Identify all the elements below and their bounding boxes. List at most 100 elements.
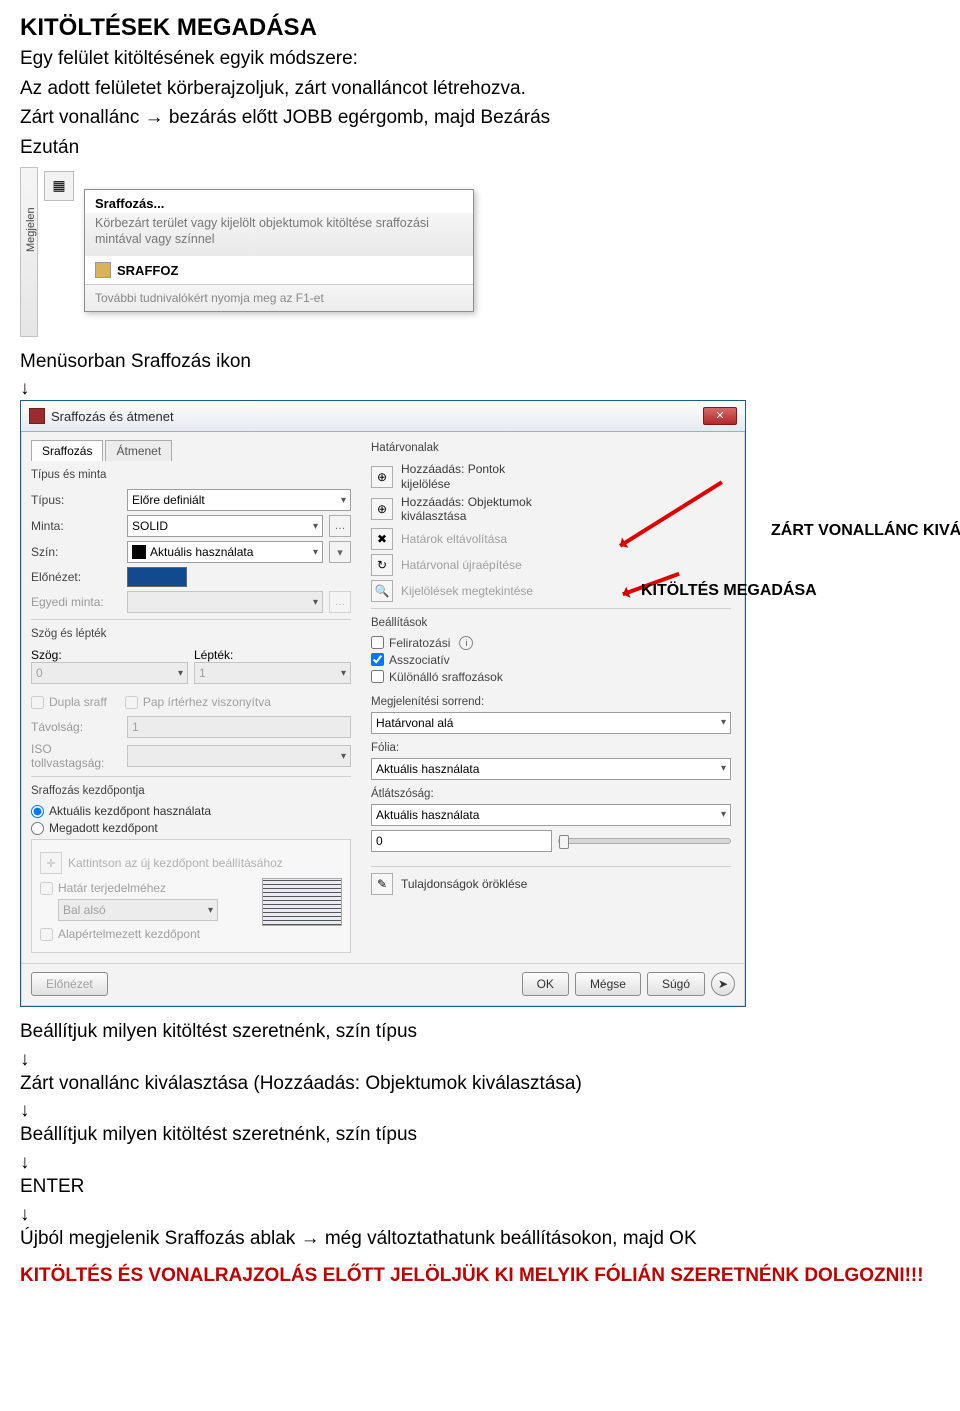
inherit-icon: ✎ (371, 873, 393, 895)
pattern-combo[interactable]: SOLID▾ (127, 515, 323, 537)
group-origin: Sraffozás kezdőpontja (31, 783, 351, 801)
intro-line-3: Zárt vonallánc → bezárás előtt JOBB egér… (20, 105, 940, 131)
type-value: Előre definiált (132, 493, 205, 507)
transparency-number[interactable]: 0 (371, 830, 552, 852)
step-1: Beállítjuk milyen kitöltést szeretnénk, … (20, 1019, 940, 1045)
group-type-pattern: Típus és minta (31, 467, 351, 485)
color-value: Aktuális használata (150, 545, 253, 559)
color-combo[interactable]: Aktuális használata▾ (127, 541, 323, 563)
intro-line-4: Ezután (20, 135, 940, 161)
color-label: Szín: (31, 545, 121, 559)
sidebar-strip-label: Megjelen (25, 236, 37, 252)
add-select-objects[interactable]: ⊕ Hozzáadás: Objektumokkiválasztása (371, 495, 731, 524)
cancel-button[interactable]: Mégse (575, 972, 641, 996)
intro-line-2: Az adott felületet körberajzoljuk, zárt … (20, 76, 940, 102)
custom-pattern-browse: … (329, 591, 351, 613)
origin-specified-radio[interactable]: Megadott kezdőpont (31, 821, 351, 835)
angle-value: 0 (36, 666, 43, 680)
transparency-value: Aktuális használata (376, 808, 479, 822)
add-points-icon: ⊕ (371, 466, 393, 488)
step-4: Újból megjelenik Sraffozás ablak → még v… (20, 1226, 940, 1252)
close-button[interactable]: ✕ (703, 407, 737, 425)
tab-hatch[interactable]: Sraffozás (31, 440, 103, 461)
layer-combo[interactable]: Aktuális használata▾ (371, 758, 731, 780)
tab-gradient[interactable]: Átmenet (105, 440, 172, 461)
step-3: Beállítjuk milyen kitöltést szeretnénk, … (20, 1122, 940, 1148)
tooltip-command: SRAFFOZ (85, 256, 473, 284)
add-objects-icon: ⊕ (371, 498, 393, 520)
inherit-properties[interactable]: ✎ Tulajdonságok öröklése (371, 873, 731, 895)
remove-boundaries-label: Határok eltávolítása (401, 532, 507, 546)
info-icon[interactable]: i (459, 636, 473, 650)
tooltip-screenshot: Megjelen ▦ Sraffozás... Körbezárt terüle… (20, 167, 520, 337)
pattern-preview[interactable] (127, 567, 187, 587)
tooltip-panel: Sraffozás... Körbezárt terület vagy kije… (84, 189, 474, 313)
hatch-toolbar-icon[interactable]: ▦ (44, 171, 74, 201)
pick-origin-label: Kattintson az új kezdőpont beállításához (68, 856, 283, 870)
extent-label: Határ terjedelméhez (58, 881, 166, 895)
recreate-boundary-icon: ↻ (371, 554, 393, 576)
add-objects-label-1: Hozzáadás: Objektumok (401, 495, 532, 509)
separate-hatches-label: Különálló sraffozások (389, 670, 503, 684)
expand-button[interactable]: ➤ (711, 972, 735, 996)
paperspace-label: Pap írtérhez viszonyítva (143, 695, 271, 709)
origin-current-radio[interactable]: Aktuális kezdőpont használata (31, 804, 351, 818)
origin-preview (262, 878, 342, 926)
annotation-text-1: ZÁRT VONALLÁNC KIVÁLASZTÁSA (771, 522, 960, 540)
transparency-slider[interactable] (558, 838, 731, 844)
help-button[interactable]: Súgó (647, 972, 705, 996)
type-combo[interactable]: Előre definiált▾ (127, 489, 351, 511)
draw-order-value: Határvonal alá (376, 716, 453, 730)
annotative-label: Feliratozási (389, 636, 450, 650)
annotation-text-2: KITÖLTÉS MEGADÁSA (641, 582, 817, 600)
default-origin-label: Alapértelmezett kezdőpont (58, 927, 200, 941)
scale-combo: 1▾ (194, 662, 351, 684)
layer-value: Aktuális használata (376, 762, 479, 776)
pattern-browse-button[interactable]: … (329, 515, 351, 537)
right-column: Határvonalak ⊕ Hozzáadás: Pontokkijelölé… (361, 432, 745, 963)
pattern-label: Minta: (31, 519, 121, 533)
dialog-titlebar: Sraffozás és átmenet ✕ (21, 401, 745, 432)
custom-pattern-combo: ▾ (127, 591, 323, 613)
layer-label: Fólia: (371, 740, 731, 758)
recreate-boundary-label: Határvonal újraépítése (401, 558, 522, 572)
remove-boundaries-icon: ✖ (371, 528, 393, 550)
down-arrow-2: ↓ (20, 1049, 940, 1071)
tooltip-description: Körbezárt terület vagy kijelölt objektum… (85, 213, 473, 257)
step-2: Zárt vonallánc kiválasztása (Hozzáadás: … (20, 1071, 940, 1097)
down-arrow: ↓ (20, 378, 940, 400)
associative-label: Asszociatív (389, 653, 450, 667)
transparency-combo[interactable]: Aktuális használata▾ (371, 804, 731, 826)
scale-label: Lépték: (194, 648, 351, 662)
associative-checkbox[interactable]: Asszociatív (371, 653, 731, 667)
add-objects-label-2: kiválasztása (401, 509, 532, 523)
down-arrow-4: ↓ (20, 1152, 940, 1174)
color-swatch-button[interactable]: ▾ (329, 541, 351, 563)
extent-checkbox: Határ terjedelméhez (40, 881, 248, 895)
tooltip-f1-hint: További tudnivalókért nyomja meg az F1-e… (85, 284, 473, 311)
draw-order-label: Megjelenítési sorrend: (371, 694, 731, 712)
double-hatch-checkbox: Dupla sraff (31, 695, 107, 709)
annotative-checkbox[interactable]: Feliratozási i (371, 636, 731, 650)
draw-order-combo[interactable]: Határvonal alá▾ (371, 712, 731, 734)
add-pick-points[interactable]: ⊕ Hozzáadás: Pontokkijelölése (371, 462, 731, 491)
group-angle-scale: Szög és lépték (31, 626, 351, 644)
spacing-value: 1 (132, 720, 139, 734)
down-arrow-5: ↓ (20, 1204, 940, 1226)
group-boundaries: Határvonalak (371, 440, 731, 458)
preview-label: Előnézet: (31, 570, 121, 584)
origin-specified-label: Megadott kezdőpont (49, 821, 158, 835)
separate-hatches-checkbox[interactable]: Különálló sraffozások (371, 670, 731, 684)
default-origin-checkbox: Alapértelmezett kezdőpont (40, 927, 248, 941)
angle-combo: 0▾ (31, 662, 188, 684)
left-column: Sraffozás Átmenet Típus és minta Típus: … (21, 432, 361, 963)
type-label: Típus: (31, 493, 121, 507)
ok-button[interactable]: OK (522, 972, 569, 996)
scale-value: 1 (199, 666, 206, 680)
transparency-number-value: 0 (376, 834, 383, 848)
add-points-label-2: kijelölése (401, 477, 505, 491)
extent-corner-combo: Bal alsó▾ (58, 899, 218, 921)
tooltip-title: Sraffozás... (85, 190, 473, 213)
iso-pen-label: ISO tollvastagság: (31, 742, 121, 770)
down-arrow-3: ↓ (20, 1100, 940, 1122)
